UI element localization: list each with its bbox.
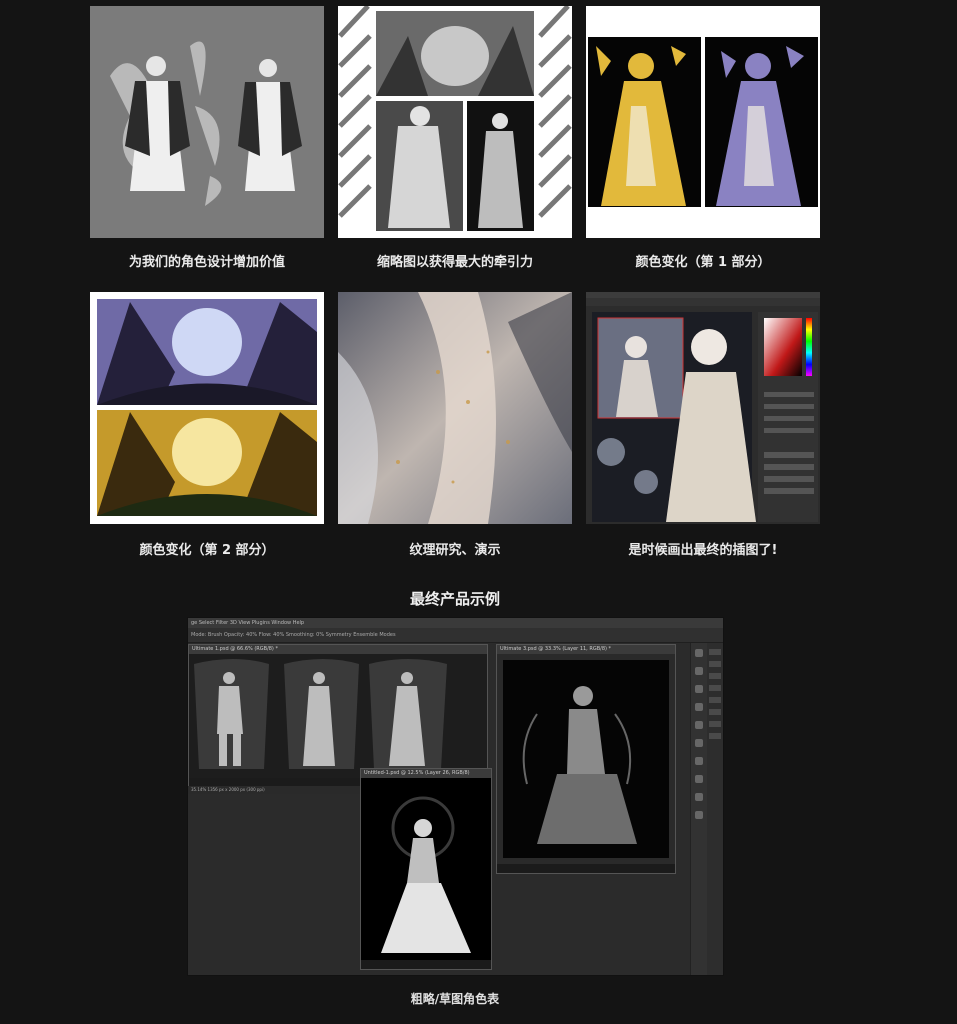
crop-tool-icon[interactable]: [695, 703, 703, 711]
layer-row[interactable]: [709, 673, 721, 679]
color-variation-2-image: [90, 292, 324, 524]
brush-tool-icon[interactable]: [695, 721, 703, 729]
thumbnail-studies-image: [338, 6, 572, 238]
sorceress-figure-artwork: [361, 778, 491, 960]
ps-document-window-2: Ultimate 3.psd @ 33.3% (Layer 11, RGB/8)…: [496, 644, 676, 874]
caption-4: 颜色变化（第 2 部分）: [139, 543, 275, 558]
text-tool-icon[interactable]: [695, 775, 703, 783]
lasso-tool-icon[interactable]: [695, 685, 703, 693]
ps-window-title-2: Ultimate 3.psd @ 33.3% (Layer 11, RGB/8)…: [497, 645, 675, 654]
eraser-tool-icon[interactable]: [695, 739, 703, 747]
layer-row[interactable]: [709, 721, 721, 727]
layer-row[interactable]: [709, 649, 721, 655]
caption-6: 是时候画出最终的插图了!: [628, 543, 778, 558]
caption-3: 颜色变化（第 1 部分）: [635, 255, 771, 270]
color-variation-1-image: [586, 6, 820, 238]
final-product-title: 最终产品示例: [409, 590, 500, 608]
ps-window-title-1: Ultimate 1.psd @ 66.6% (RGB/8) *: [189, 645, 487, 654]
caption-1: 为我们的角色设计增加价值: [128, 255, 285, 270]
ps-tools-panel[interactable]: [690, 643, 707, 975]
ps-document-window-3: Untitled-1.psd @ 12.5% (Layer 26, RGB/8): [360, 768, 492, 970]
zoom-tool-icon[interactable]: [695, 811, 703, 819]
texture-study-image: [338, 292, 572, 524]
layer-row[interactable]: [709, 709, 721, 715]
layer-row[interactable]: [709, 661, 721, 667]
caption-5: 纹理研究、演示: [409, 543, 501, 558]
photoshop-workspace: ge Select Filter 3D View Plugins Window …: [187, 617, 724, 976]
gradient-tool-icon[interactable]: [695, 757, 703, 765]
caption-2: 缩略图以获得最大的牵引力: [376, 255, 533, 270]
character-sketch-image: [90, 6, 324, 238]
ps-menu-bar: ge Select Filter 3D View Plugins Window …: [188, 618, 723, 628]
dryad-figure-artwork: [497, 654, 675, 864]
ps-options-bar: Mode: Brush Opacity: 40% Flow: 40% Smoot…: [188, 628, 723, 643]
character-turnaround-sketches: [189, 654, 487, 778]
ps-status-1: 35.14% 1356 px x 2000 px (300 ppi): [188, 786, 371, 794]
ps-window-title-3: Untitled-1.psd @ 12.5% (Layer 26, RGB/8): [361, 769, 491, 778]
hand-tool-icon[interactable]: [695, 793, 703, 801]
page: 为我们的角色设计增加价值 缩略图以获得最大的牵引力 颜色变化（第 1 部分） 颜…: [0, 0, 957, 1024]
ps-layers-panel[interactable]: [707, 643, 723, 975]
layer-row[interactable]: [709, 685, 721, 691]
move-tool-icon[interactable]: [695, 649, 703, 657]
marquee-tool-icon[interactable]: [695, 667, 703, 675]
layer-row[interactable]: [709, 733, 721, 739]
rough-sketch-caption: 粗略/草图角色表: [410, 992, 500, 1006]
ps-document-window-1: Ultimate 1.psd @ 66.6% (RGB/8) *: [188, 644, 488, 788]
layer-row[interactable]: [709, 697, 721, 703]
final-illustration-screenshot: [586, 292, 820, 524]
